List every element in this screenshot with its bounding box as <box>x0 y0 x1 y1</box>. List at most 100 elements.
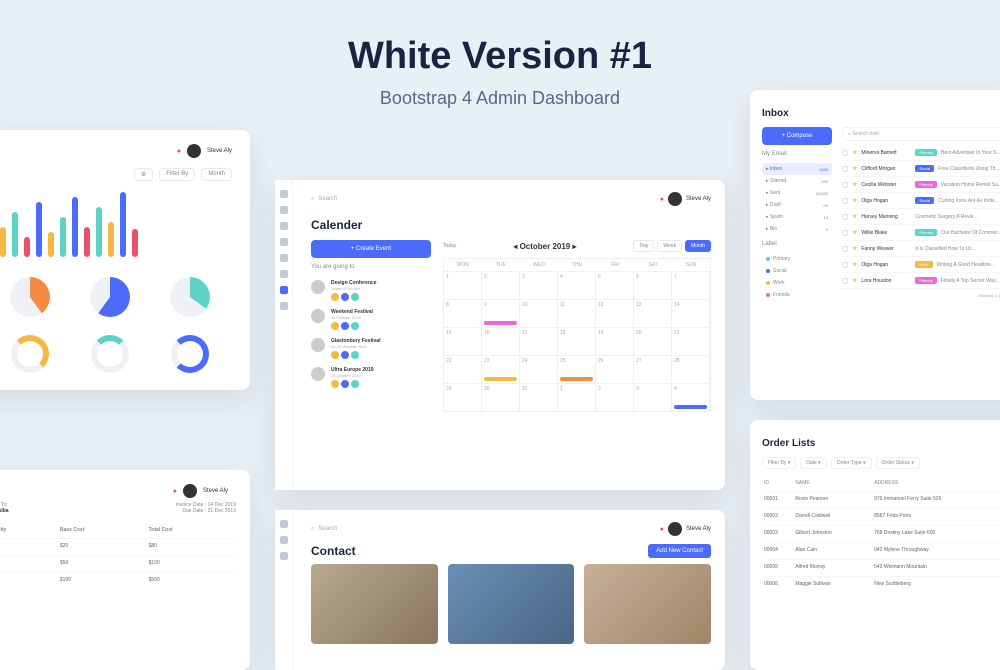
mail-row[interactable]: ★ Clifford Morgan Social Free Classified… <box>842 161 1000 177</box>
calendar-view-week[interactable]: Week <box>657 240 682 252</box>
mail-checkbox[interactable] <box>842 214 848 220</box>
mail-checkbox[interactable] <box>842 262 848 268</box>
avatar[interactable] <box>668 192 682 206</box>
folder-sent[interactable]: ▸ Sent24,532 <box>762 187 832 199</box>
bell-icon[interactable]: ● <box>177 148 181 155</box>
calendar-cell[interactable]: 27 <box>634 355 672 383</box>
event-item[interactable]: Ultra Europe 2019 25 October 2019 <box>311 363 431 392</box>
calendar-cell[interactable]: 1 <box>444 271 482 299</box>
folder-spam[interactable]: ▸ Spam14 <box>762 211 832 223</box>
star-icon[interactable]: ★ <box>852 245 857 252</box>
mail-search-input[interactable]: ⌕ Search mail <box>842 127 1000 141</box>
event-item[interactable]: Design Conference Today 07:19 AM <box>311 276 431 305</box>
calendar-cell[interactable]: 4 <box>672 383 710 411</box>
star-icon[interactable]: ★ <box>852 197 857 204</box>
contact-photo[interactable] <box>311 564 438 644</box>
calendar-cell[interactable]: 25 <box>558 355 596 383</box>
mail-checkbox[interactable] <box>842 278 848 284</box>
folder-draft[interactable]: ▸ Draft09 <box>762 199 832 211</box>
folder-inbox[interactable]: ▸ Inbox1253 <box>762 163 832 175</box>
mail-checkbox[interactable] <box>842 182 848 188</box>
calendar-cell[interactable]: 2 <box>482 271 520 299</box>
star-icon[interactable]: ★ <box>852 261 857 268</box>
rail-icon[interactable] <box>280 270 288 278</box>
rail-icon[interactable] <box>280 520 288 528</box>
calendar-cell[interactable]: 2 <box>596 383 634 411</box>
calendar-cell[interactable]: 17 <box>520 327 558 355</box>
bell-icon[interactable]: ● <box>660 196 664 203</box>
calendar-cell[interactable]: 12 <box>596 299 634 327</box>
calendar-cell[interactable]: 13 <box>634 299 672 327</box>
order-filter[interactable]: Filter By ▾ <box>762 457 796 469</box>
calendar-cell[interactable]: 19 <box>596 327 634 355</box>
calendar-cell[interactable]: 29 <box>444 383 482 411</box>
mail-checkbox[interactable] <box>842 150 848 156</box>
calendar-cell[interactable]: 3 <box>634 383 672 411</box>
label-work[interactable]: Work <box>762 277 832 289</box>
table-row[interactable]: 00003Gilbert Johnston768 Destiny Lake Su… <box>764 525 1000 540</box>
compose-button[interactable]: + Compose <box>762 127 832 145</box>
table-row[interactable]: 00002Darrell Caldwell8587 Frida Ports <box>764 508 1000 523</box>
calendar-cell[interactable]: 15 <box>444 327 482 355</box>
order-filter[interactable]: Order Type ▾ <box>831 457 872 469</box>
calendar-cell[interactable]: 8 <box>444 299 482 327</box>
calendar-cell[interactable]: 6 <box>634 271 672 299</box>
mail-row[interactable]: ★ Lora Houston Friends Finally A Top Sec… <box>842 273 1000 289</box>
calendar-cell[interactable]: 26 <box>596 355 634 383</box>
folder-bin[interactable]: ▸ Bin9 <box>762 223 832 235</box>
label-primary[interactable]: Primary <box>762 253 832 265</box>
bell-icon[interactable]: ● <box>173 488 177 495</box>
folder-starred[interactable]: ▸ Starred245 <box>762 175 832 187</box>
search-input[interactable]: ⌕ Search <box>311 196 337 203</box>
calendar-cell[interactable]: 22 <box>444 355 482 383</box>
calendar-cell[interactable]: 30 <box>482 383 520 411</box>
avatar[interactable] <box>183 484 197 498</box>
table-row[interactable]: 00004Alan Cain042 Mylene Throughway <box>764 542 1000 557</box>
calendar-cell[interactable]: 4 <box>558 271 596 299</box>
event-item[interactable]: Glastonbury Festival 20-22 October 2019 <box>311 334 431 363</box>
mail-row[interactable]: ★ Willie Blake Primary Our Bachelor Of C… <box>842 225 1000 241</box>
mail-row[interactable]: ★ Cecilia Webster Friends Vacation Home … <box>842 177 1000 193</box>
avatar[interactable] <box>668 522 682 536</box>
star-icon[interactable]: ★ <box>852 213 857 220</box>
calendar-cell[interactable]: 1 <box>558 383 596 411</box>
rail-icon[interactable] <box>280 190 288 198</box>
rail-icon[interactable] <box>280 206 288 214</box>
mail-row[interactable]: ★ Fanny Weaver It Is Classified How To U… <box>842 241 1000 257</box>
create-event-button[interactable]: + Create Event <box>311 240 431 258</box>
table-row[interactable]: 00006Maggie SullivanNew Scottieberg <box>764 576 1000 591</box>
calendar-cell[interactable]: 16 <box>482 327 520 355</box>
star-icon[interactable]: ★ <box>852 277 857 284</box>
label-social[interactable]: Social <box>762 265 832 277</box>
calendar-cell[interactable]: 14 <box>672 299 710 327</box>
avatar[interactable] <box>187 144 201 158</box>
calendar-cell[interactable]: 3 <box>520 271 558 299</box>
mail-checkbox[interactable] <box>842 230 848 236</box>
order-filter[interactable]: Order Status ▾ <box>876 457 920 469</box>
add-contact-button[interactable]: Add New Contact <box>648 544 711 558</box>
calendar-view-day[interactable]: Day <box>633 240 654 252</box>
mail-row[interactable]: ★ Harvey Manning Cosmetic Surgery A Revi… <box>842 209 1000 225</box>
star-icon[interactable]: ★ <box>852 165 857 172</box>
calendar-cell[interactable]: 5 <box>596 271 634 299</box>
calendar-cell[interactable]: 10 <box>520 299 558 327</box>
calendar-cell[interactable]: 18 <box>558 327 596 355</box>
calendar-cell[interactable]: 31 <box>520 383 558 411</box>
rail-icon[interactable] <box>280 536 288 544</box>
calendar-cell[interactable]: 7 <box>672 271 710 299</box>
rail-icon[interactable] <box>280 552 288 560</box>
mail-row[interactable]: ★ Olga Hogan Social Curling Irons Are As… <box>842 193 1000 209</box>
calendar-cell[interactable]: 23 <box>482 355 520 383</box>
star-icon[interactable]: ★ <box>852 181 857 188</box>
star-icon[interactable]: ★ <box>852 149 857 156</box>
today-button[interactable]: Today <box>443 243 456 249</box>
calendar-cell[interactable]: 28 <box>672 355 710 383</box>
filter-month-button[interactable]: Month <box>201 168 232 181</box>
mail-row[interactable]: ★ Olga Hogan Work Writing A Good Headlin… <box>842 257 1000 273</box>
calendar-view-month[interactable]: Month <box>685 240 711 252</box>
rail-icon[interactable] <box>280 286 288 294</box>
mail-row[interactable]: ★ Minerva Barnett Primary Best Advertise… <box>842 145 1000 161</box>
mail-checkbox[interactable] <box>842 198 848 204</box>
mail-checkbox[interactable] <box>842 246 848 252</box>
contact-photo[interactable] <box>584 564 711 644</box>
